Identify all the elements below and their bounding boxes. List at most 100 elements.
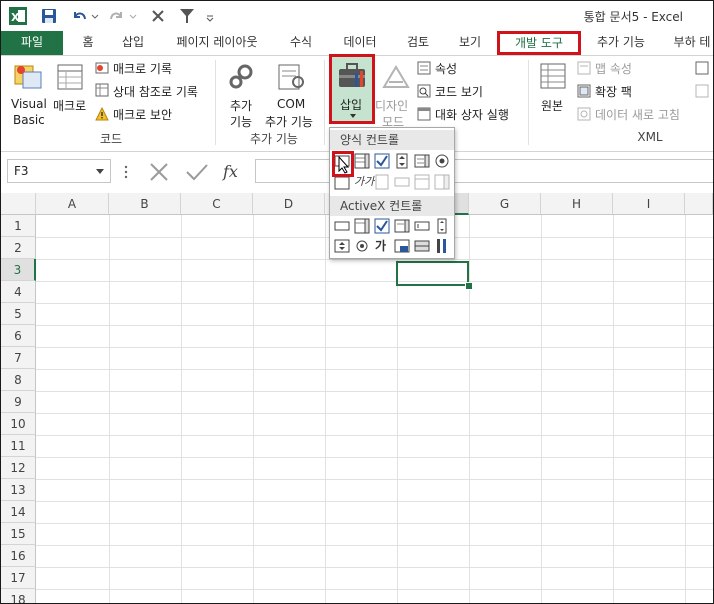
- map-properties-icon[interactable]: [577, 61, 591, 75]
- com-addins-icon[interactable]: [276, 62, 306, 92]
- map-properties-label[interactable]: 맵 속성: [595, 60, 632, 77]
- export-icon[interactable]: [695, 84, 709, 98]
- label-control-icon[interactable]: 가가: [354, 173, 374, 189]
- column-header[interactable]: I: [613, 193, 685, 215]
- name-box-dropdown-icon[interactable]: [96, 169, 104, 175]
- refresh-data-icon[interactable]: [577, 107, 591, 121]
- scroll-bar-icon[interactable]: [374, 174, 390, 190]
- view-code-icon[interactable]: [417, 84, 431, 98]
- activex-label-icon[interactable]: 가: [375, 237, 386, 254]
- record-macro-icon[interactable]: [95, 61, 109, 75]
- activex-spin-button-icon[interactable]: [334, 238, 350, 254]
- clear-x-icon[interactable]: [151, 7, 165, 25]
- confirm-entry-icon[interactable]: [185, 162, 209, 182]
- activex-list-box-icon[interactable]: [394, 218, 410, 234]
- activex-toggle-button-icon[interactable]: [414, 238, 430, 254]
- macro-security-warning-icon[interactable]: [95, 107, 109, 121]
- fill-handle[interactable]: [465, 282, 473, 290]
- row-header[interactable]: 14: [1, 501, 36, 523]
- tab-page-layout[interactable]: 페이지 레이아웃: [164, 31, 270, 55]
- tab-home[interactable]: 홈: [73, 31, 103, 55]
- row-header[interactable]: 12: [1, 457, 36, 479]
- activex-command-button-icon[interactable]: [334, 218, 350, 234]
- undo-icon[interactable]: [71, 7, 87, 25]
- activex-image-icon[interactable]: [394, 238, 410, 254]
- run-dialog-icon[interactable]: [417, 107, 431, 121]
- row-header[interactable]: 4: [1, 281, 36, 303]
- properties-label[interactable]: 속성: [435, 60, 457, 77]
- more-controls-tools-icon[interactable]: [434, 238, 450, 254]
- row-header[interactable]: 8: [1, 369, 36, 391]
- addins-gear-icon[interactable]: [227, 62, 257, 92]
- relative-reference-label[interactable]: 상대 참조로 기록: [113, 83, 198, 100]
- combo-box-icon[interactable]: [354, 153, 370, 169]
- row-header[interactable]: 11: [1, 435, 36, 457]
- redo-dropdown-icon[interactable]: [129, 7, 137, 25]
- checkbox-icon[interactable]: [374, 153, 390, 169]
- cancel-entry-icon[interactable]: [147, 162, 171, 182]
- activex-checkbox-icon[interactable]: [374, 218, 390, 234]
- combo-list-edit-icon[interactable]: [414, 174, 430, 190]
- tab-review[interactable]: 검토: [397, 31, 439, 55]
- xml-source-icon[interactable]: [539, 62, 567, 90]
- combo-dropdown-edit-icon[interactable]: [434, 174, 450, 190]
- text-field-icon[interactable]: [394, 174, 410, 190]
- tab-data[interactable]: 데이터: [335, 31, 385, 55]
- list-box-icon[interactable]: [414, 153, 430, 169]
- column-header-partial[interactable]: [685, 193, 713, 215]
- macro-security-label[interactable]: 매크로 보안: [113, 106, 172, 123]
- macros-icon[interactable]: [55, 62, 85, 92]
- save-icon[interactable]: [41, 7, 57, 25]
- tab-file[interactable]: 파일: [1, 31, 63, 55]
- formula-bar-grip-icon[interactable]: [123, 164, 129, 180]
- column-header[interactable]: D: [253, 193, 325, 215]
- row-header[interactable]: 7: [1, 347, 36, 369]
- record-macro-label[interactable]: 매크로 기록: [113, 60, 172, 77]
- select-all-corner[interactable]: [1, 193, 36, 215]
- tab-load-test[interactable]: 부하 테: [667, 31, 713, 55]
- column-header[interactable]: G: [469, 193, 541, 215]
- view-code-label[interactable]: 코드 보기: [435, 83, 483, 100]
- option-button-icon[interactable]: [434, 153, 450, 169]
- column-header[interactable]: B: [109, 193, 181, 215]
- activex-scroll-bar-icon[interactable]: [434, 218, 450, 234]
- row-header-active[interactable]: 3: [1, 259, 36, 281]
- row-header[interactable]: 6: [1, 325, 36, 347]
- row-header[interactable]: 16: [1, 545, 36, 567]
- active-cell-f3[interactable]: [396, 261, 469, 286]
- properties-icon[interactable]: [417, 61, 431, 75]
- column-header[interactable]: C: [181, 193, 253, 215]
- activex-combo-box-icon[interactable]: [354, 218, 370, 234]
- row-header[interactable]: 15: [1, 523, 36, 545]
- insert-controls-button[interactable]: 삽입: [329, 54, 375, 124]
- tab-view[interactable]: 보기: [449, 31, 491, 55]
- formula-input[interactable]: [255, 159, 713, 183]
- tab-formulas[interactable]: 수식: [281, 31, 321, 55]
- row-header[interactable]: 2: [1, 237, 36, 259]
- tab-addins[interactable]: 추가 기능: [585, 31, 657, 55]
- activex-option-button-icon[interactable]: [354, 238, 370, 254]
- design-mode-icon[interactable]: [381, 62, 411, 90]
- spin-button-icon[interactable]: [394, 153, 410, 169]
- insert-function-icon[interactable]: fx: [223, 162, 238, 181]
- tab-insert[interactable]: 삽입: [113, 31, 153, 55]
- name-box[interactable]: F3: [7, 159, 111, 183]
- expansion-packs-icon[interactable]: [577, 84, 591, 98]
- visual-basic-icon[interactable]: [13, 62, 43, 92]
- row-header[interactable]: 9: [1, 391, 36, 413]
- import-icon[interactable]: [695, 61, 709, 75]
- run-dialog-label[interactable]: 대화 상자 실행: [435, 106, 509, 123]
- filter-icon[interactable]: [179, 7, 195, 25]
- customize-qat-icon[interactable]: [205, 7, 215, 25]
- row-header[interactable]: 5: [1, 303, 36, 325]
- tab-developer[interactable]: 개발 도구: [497, 31, 581, 55]
- row-header[interactable]: 17: [1, 567, 36, 589]
- redo-icon[interactable]: [109, 7, 125, 25]
- expansion-packs-label[interactable]: 확장 팩: [595, 83, 632, 100]
- row-header[interactable]: 1: [1, 215, 36, 237]
- row-header[interactable]: 13: [1, 479, 36, 501]
- column-header[interactable]: A: [36, 193, 109, 215]
- column-header[interactable]: H: [541, 193, 613, 215]
- refresh-data-label[interactable]: 데이터 새로 고침: [595, 106, 680, 123]
- undo-dropdown-icon[interactable]: [91, 7, 99, 25]
